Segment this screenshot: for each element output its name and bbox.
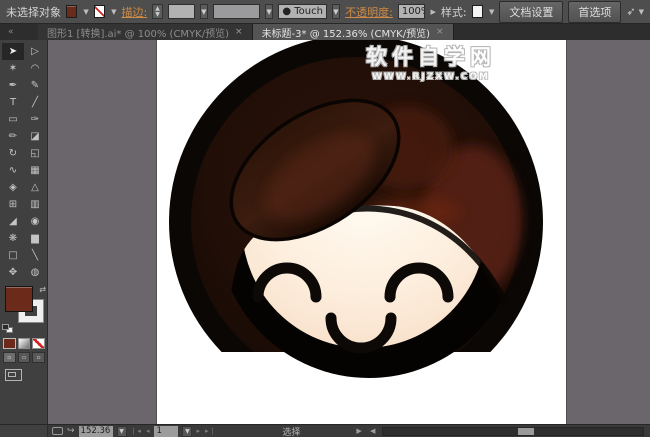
tab-title[interactable]: 图形1 [转换].ai* @ 100% (CMYK/预览) [47,25,229,40]
column-graph-tool[interactable]: ▆ [24,230,46,247]
fill-indicator-swatch[interactable] [5,286,33,312]
paintbrush-tool[interactable]: ✑ [24,111,46,128]
export-arrow-icon[interactable]: ↪ [67,427,75,436]
scrollbar-arrow-icons[interactable]: ▶ ◀ [356,427,378,435]
default-fill-stroke-icon[interactable] [2,324,13,333]
none-button[interactable] [32,338,45,349]
free-transform-tool[interactable]: ▦ [24,162,46,179]
panel-collapse-icon[interactable]: « [0,24,38,40]
opacity-more-icon[interactable]: ▶ [431,8,436,16]
stroke-dropdown-icon[interactable]: ▼ [111,8,116,16]
control-bar: 未选择对象 ▼ ▼ 描边: ▲▼ ▼ ▼ ● Touch C... ▼ 不透明度:… [0,0,650,24]
drawing-mode-row: ▫ ▫ ▫ [0,349,47,363]
tools-panel: ➤▷✶◠✒✎T╱▭✑✏◪↻◱∿▦◈△⊞▥◢◉❋▆□╲✥◍ ⇄ ▫ ▫ ▫ [0,40,48,424]
stroke-weight-dropdown[interactable]: ▼ [200,4,208,19]
fill-dropdown-icon[interactable]: ▼ [83,8,88,16]
blend-tool[interactable]: ◉ [24,213,46,230]
eraser-tool[interactable]: ◪ [24,128,46,145]
document-setup-button[interactable]: 文档设置 [499,1,563,23]
draw-inside-button[interactable]: ▫ [32,352,45,363]
zoom-tool[interactable]: ◍ [24,264,46,281]
lasso-tool[interactable]: ◠ [24,60,46,77]
fill-color-swatch[interactable] [66,5,77,18]
tab-close-icon[interactable]: × [235,27,243,37]
swap-fill-stroke-icon[interactable]: ⇄ [39,285,46,294]
screen-mode-button[interactable] [5,369,22,381]
draw-behind-button[interactable]: ▫ [18,352,31,363]
fill-stroke-indicator: ⇄ [0,285,47,335]
canvas-pasteboard[interactable]: 软件自学网 WWW.RJZXW.COM [48,40,650,424]
style-label: 样式: [441,4,467,20]
rotate-tool[interactable]: ↻ [2,145,24,162]
pencil-tool[interactable]: ✏ [2,128,24,145]
rectangle-tool[interactable]: ▭ [2,111,24,128]
width-tool[interactable]: ∿ [2,162,24,179]
next-artboard-button[interactable]: ▸ [196,427,201,435]
brush-definition-field[interactable]: ● Touch C... [278,4,326,19]
eyedropper-tool[interactable]: ◢ [2,213,24,230]
tab-close-icon[interactable]: × [436,27,444,37]
hand-tool[interactable]: ✥ [2,264,24,281]
draw-normal-button[interactable]: ▫ [3,352,16,363]
color-button[interactable] [3,338,16,349]
illustrator-window: 未选择对象 ▼ ▼ 描边: ▲▼ ▼ ▼ ● Touch C... ▼ 不透明度:… [0,0,650,437]
artboard-number-field[interactable]: 1 [154,426,178,437]
tab-document-1[interactable]: 图形1 [转换].ai* @ 100% (CMYK/预览) × [38,24,253,40]
preferences-button[interactable]: 首选项 [568,1,621,23]
style-dropdown-icon[interactable]: ▼ [489,8,494,16]
stroke-weight-field[interactable] [168,4,195,19]
type-tool[interactable]: T [2,94,24,111]
opacity-link[interactable]: 不透明度: [345,4,393,20]
shape-builder-tool[interactable]: ◈ [2,179,24,196]
mesh-tool[interactable]: ⊞ [2,196,24,213]
curvature-tool[interactable]: ✎ [24,77,46,94]
workspace-dropdown-icon[interactable]: ▼ [639,8,644,16]
artboard-proxy-icon[interactable] [52,427,63,435]
girl-face-artwork[interactable] [157,40,566,424]
stepper-down-icon[interactable]: ▼ [155,12,160,17]
zoom-dropdown[interactable]: ▼ [117,426,127,437]
perspective-grid-tool[interactable]: △ [24,179,46,196]
selection-tool[interactable]: ➤ [2,43,24,60]
workspace-cursor-icon[interactable]: ➶ [626,5,635,18]
main-area: ➤▷✶◠✒✎T╱▭✑✏◪↻◱∿▦◈△⊞▥◢◉❋▆□╲✥◍ ⇄ ▫ ▫ ▫ [0,40,650,424]
direct-selection-tool[interactable]: ▷ [24,43,46,60]
artboard[interactable]: 软件自学网 WWW.RJZXW.COM [157,40,566,424]
scrollbar-thumb[interactable] [518,428,534,435]
tools-grid: ➤▷✶◠✒✎T╱▭✑✏◪↻◱∿▦◈△⊞▥◢◉❋▆□╲✥◍ [0,40,47,281]
pen-tool[interactable]: ✒ [2,77,24,94]
brush-dropdown[interactable]: ▼ [332,4,340,19]
slice-tool[interactable]: ╲ [24,247,46,264]
document-tab-bar: « 图形1 [转换].ai* @ 100% (CMYK/预览) × 未标题-3*… [0,24,650,40]
gradient-tool[interactable]: ▥ [24,196,46,213]
gradient-button[interactable] [18,338,31,349]
symbol-sprayer-tool[interactable]: ❋ [2,230,24,247]
stroke-color-swatch[interactable] [94,5,105,18]
scale-tool[interactable]: ◱ [24,145,46,162]
opacity-field[interactable]: 100% [398,4,425,19]
selection-status: 未选择对象 [6,4,61,20]
stroke-link[interactable]: 描边: [122,4,148,20]
prev-artboard-button[interactable]: ◂ [146,427,151,435]
tab-title[interactable]: 未标题-3* @ 152.36% (CMYK/预览) [262,25,430,40]
first-artboard-button[interactable]: ❘◂ [131,427,142,435]
current-tool-status: 选择 [282,425,300,437]
color-mode-row [0,335,47,349]
artboard-dropdown[interactable]: ▼ [182,426,192,437]
zoom-level-field[interactable]: 152.36 [79,426,113,437]
line-segment-tool[interactable]: ╱ [24,94,46,111]
horizontal-scrollbar[interactable] [382,427,644,436]
profile-dropdown[interactable]: ▼ [265,4,273,19]
tab-document-2[interactable]: 未标题-3* @ 152.36% (CMYK/预览) × [253,24,454,40]
stroke-weight-stepper[interactable]: ▲▼ [152,4,163,19]
toolbar-footer [0,425,48,437]
magic-wand-tool[interactable]: ✶ [2,60,24,77]
status-bar: ↪ 152.36 ▼ ❘◂ ◂ 1 ▼ ▸ ▸❘ 选择 ▶ ◀ [0,424,650,437]
variable-width-profile-field[interactable] [213,4,260,19]
style-swatch[interactable] [472,5,483,18]
last-artboard-button[interactable]: ▸❘ [205,427,216,435]
artboard-tool[interactable]: □ [2,247,24,264]
